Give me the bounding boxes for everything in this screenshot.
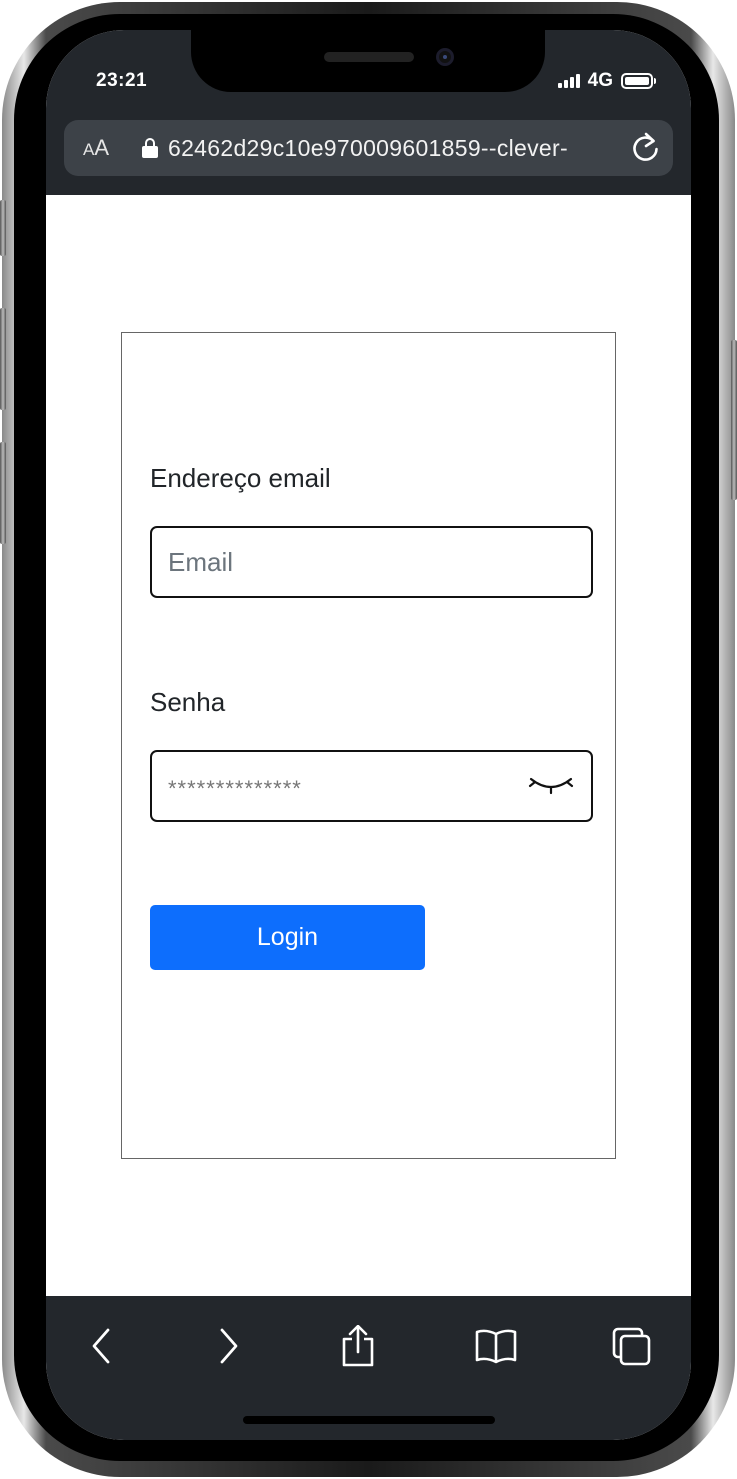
password-label: Senha bbox=[150, 687, 226, 717]
lock-icon bbox=[142, 138, 158, 158]
text-size-small-a: A bbox=[82, 140, 95, 159]
network-type: 4G bbox=[587, 70, 613, 91]
tabs-icon[interactable] bbox=[603, 1324, 659, 1368]
reload-icon[interactable] bbox=[619, 132, 673, 164]
text-size-button[interactable]: AA bbox=[64, 135, 128, 161]
back-icon[interactable] bbox=[74, 1324, 130, 1368]
url-text[interactable]: 62462d29c10e970009601859--clever- bbox=[168, 135, 619, 162]
browser-bottom-toolbar bbox=[46, 1296, 691, 1440]
status-time: 23:21 bbox=[96, 70, 148, 91]
screen: 23:21 4G AA 62462d29c10e970009601859--cl… bbox=[46, 30, 691, 1440]
side-button-mute bbox=[0, 200, 6, 256]
browser-top-bar: 23:21 4G AA 62462d29c10e970009601859--cl… bbox=[46, 30, 691, 195]
status-indicators: 4G bbox=[557, 70, 656, 92]
speaker bbox=[324, 52, 414, 62]
email-field[interactable]: Email bbox=[150, 526, 593, 598]
password-value: ************** bbox=[168, 776, 302, 801]
share-icon[interactable] bbox=[330, 1324, 386, 1368]
email-label: Endereço email bbox=[150, 463, 331, 493]
text-size-large-a: A bbox=[94, 135, 110, 160]
side-button-volume-down bbox=[0, 442, 6, 544]
login-button[interactable]: Login bbox=[150, 905, 425, 970]
password-field[interactable]: ************** bbox=[150, 750, 593, 822]
battery-icon bbox=[621, 73, 656, 89]
signal-icon bbox=[557, 74, 580, 88]
front-camera bbox=[436, 48, 454, 66]
email-placeholder: Email bbox=[168, 546, 234, 577]
address-bar[interactable]: AA 62462d29c10e970009601859--clever- bbox=[64, 120, 673, 176]
login-card: Endereço email Email Senha *************… bbox=[121, 332, 616, 1159]
toggle-password-visibility-icon[interactable] bbox=[527, 771, 575, 801]
bookmarks-icon[interactable] bbox=[468, 1324, 524, 1368]
side-button-volume-up bbox=[0, 308, 6, 410]
side-button-power bbox=[731, 340, 737, 500]
home-indicator[interactable] bbox=[243, 1416, 495, 1424]
notch bbox=[191, 30, 545, 92]
forward-icon[interactable] bbox=[200, 1324, 256, 1368]
